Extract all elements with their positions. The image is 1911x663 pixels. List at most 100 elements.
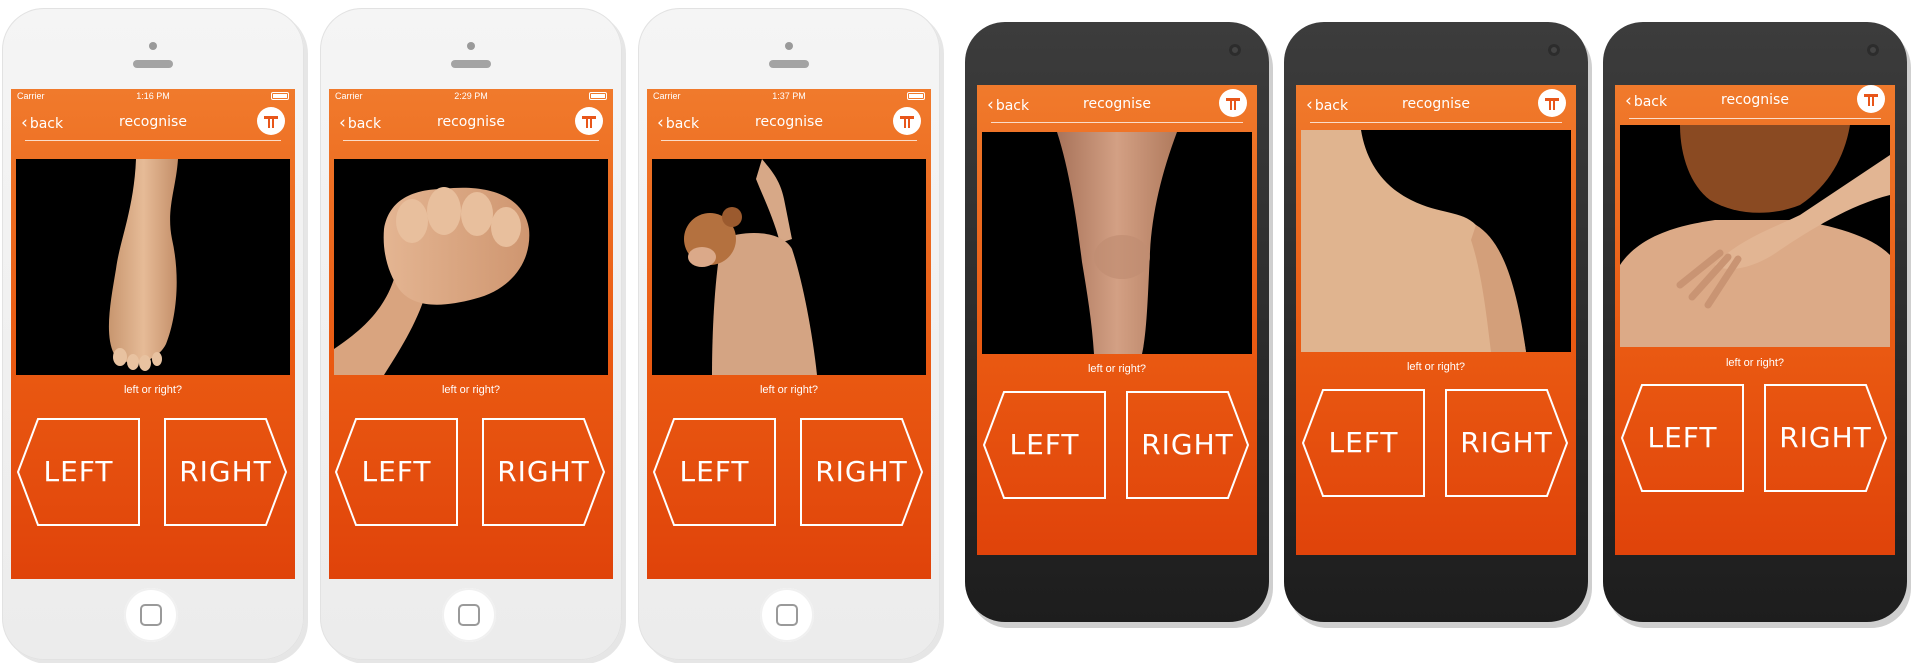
question-prompt: left or right? xyxy=(441,384,501,396)
left-label: LEFT xyxy=(1009,428,1080,461)
divider xyxy=(343,140,599,141)
camera-icon xyxy=(149,42,157,50)
left-button[interactable]: LEFT xyxy=(16,417,141,527)
left-button[interactable]: LEFT xyxy=(652,417,777,527)
right-button[interactable]: RIGHT xyxy=(163,417,288,527)
app-logo-icon[interactable] xyxy=(1857,85,1885,113)
divider xyxy=(991,122,1243,123)
left-label: LEFT xyxy=(43,455,114,488)
camera-icon xyxy=(785,42,793,50)
divider xyxy=(25,140,281,141)
home-square-icon xyxy=(458,604,480,626)
left-button[interactable]: LEFT xyxy=(982,390,1107,500)
battery-icon xyxy=(907,92,925,100)
raised-arm-back-image xyxy=(684,159,817,375)
app-screen-1: Carrier 1:16 PM ‹ back recognise left or … xyxy=(11,89,295,579)
status-time: 1:37 PM xyxy=(772,91,806,101)
status-bar: Carrier 2:29 PM xyxy=(329,89,613,103)
question-prompt: left or right? xyxy=(759,384,819,396)
shoulder-image xyxy=(1301,130,1526,352)
android-device-3: ‹ back recognise left or right? LEFT RIGH… xyxy=(1603,22,1907,622)
nav-bar: ‹ back recognise xyxy=(647,103,931,143)
question-prompt: left or right? xyxy=(1406,361,1466,373)
page-title: recognise xyxy=(1083,96,1151,112)
app-logo-icon[interactable] xyxy=(257,107,285,135)
app-logo-icon[interactable] xyxy=(1538,89,1566,117)
divider xyxy=(1310,122,1562,123)
page-title: recognise xyxy=(1721,92,1789,108)
page-title: recognise xyxy=(437,114,505,130)
right-label: RIGHT xyxy=(497,455,590,488)
status-time: 1:16 PM xyxy=(136,91,170,101)
iphone-device-1: Carrier 1:16 PM ‹ back recognise left or … xyxy=(2,8,304,660)
battery-icon xyxy=(589,92,607,100)
app-screen-3: Carrier 1:37 PM ‹ back recognise left or … xyxy=(647,89,931,579)
clenched-fist-image xyxy=(334,187,530,375)
question-prompt: left or right? xyxy=(123,384,183,396)
camera-icon xyxy=(1548,44,1560,56)
camera-icon xyxy=(1867,44,1879,56)
nav-bar: ‹ back recognise xyxy=(977,85,1257,125)
status-time: 2:29 PM xyxy=(454,91,488,101)
right-button[interactable]: RIGHT xyxy=(1125,390,1250,500)
android-device-2: ‹ back recognise left or right? LEFT RIGH… xyxy=(1284,22,1588,622)
body-part-photo xyxy=(982,132,1252,354)
app-screen-2: Carrier 2:29 PM ‹ back recognise left or … xyxy=(329,89,613,579)
nav-bar: ‹ back recognise xyxy=(1296,85,1576,125)
battery-icon xyxy=(271,92,289,100)
divider xyxy=(661,140,917,141)
iphone-device-2: Carrier 2:29 PM ‹ back recognise left or … xyxy=(320,8,622,660)
divider xyxy=(1629,118,1881,119)
android-device-1: ‹ back recognise left or right? LEFT RIGH… xyxy=(965,22,1269,622)
foot-sole-image xyxy=(108,159,178,371)
body-part-photo xyxy=(1620,125,1890,347)
question-prompt: left or right? xyxy=(1725,357,1785,369)
nav-bar: ‹ back recognise xyxy=(11,103,295,143)
home-square-icon xyxy=(776,604,798,626)
body-part-photo xyxy=(652,159,926,375)
speaker-grille xyxy=(769,60,809,68)
home-button[interactable] xyxy=(442,588,496,642)
right-label: RIGHT xyxy=(1141,428,1234,461)
page-title: recognise xyxy=(1402,96,1470,112)
left-label: LEFT xyxy=(361,455,432,488)
right-button[interactable]: RIGHT xyxy=(1763,383,1888,493)
page-title: recognise xyxy=(119,114,187,130)
body-part-photo xyxy=(16,159,290,375)
home-square-icon xyxy=(140,604,162,626)
right-label: RIGHT xyxy=(815,455,908,488)
body-part-photo xyxy=(334,159,608,375)
iphone-device-3: Carrier 1:37 PM ‹ back recognise left or … xyxy=(638,8,940,660)
app-logo-icon[interactable] xyxy=(1219,89,1247,117)
app-screen-6: ‹ back recognise left or right? LEFT RIGH… xyxy=(1615,85,1895,555)
app-logo-icon[interactable] xyxy=(893,107,921,135)
nav-bar: ‹ back recognise xyxy=(1615,85,1895,121)
app-screen-4: ‹ back recognise left or right? LEFT RIGH… xyxy=(977,85,1257,555)
speaker-grille xyxy=(133,60,173,68)
knee-image xyxy=(1057,132,1177,354)
camera-icon xyxy=(1229,44,1241,56)
right-button[interactable]: RIGHT xyxy=(1444,388,1569,498)
camera-icon xyxy=(467,42,475,50)
question-prompt: left or right? xyxy=(1087,363,1147,375)
left-label: LEFT xyxy=(1647,421,1718,454)
status-bar: Carrier 1:16 PM xyxy=(11,89,295,103)
left-button[interactable]: LEFT xyxy=(334,417,459,527)
left-label: LEFT xyxy=(679,455,750,488)
nav-bar: ‹ back recognise xyxy=(329,103,613,143)
app-logo-icon[interactable] xyxy=(575,107,603,135)
home-button[interactable] xyxy=(760,588,814,642)
app-screen-5: ‹ back recognise left or right? LEFT RIGH… xyxy=(1296,85,1576,555)
left-button[interactable]: LEFT xyxy=(1620,383,1745,493)
home-button[interactable] xyxy=(124,588,178,642)
speaker-grille xyxy=(451,60,491,68)
right-label: RIGHT xyxy=(179,455,272,488)
body-part-photo xyxy=(1301,130,1571,352)
right-label: RIGHT xyxy=(1779,421,1872,454)
page-title: recognise xyxy=(755,114,823,130)
left-button[interactable]: LEFT xyxy=(1301,388,1426,498)
left-label: LEFT xyxy=(1328,426,1399,459)
right-button[interactable]: RIGHT xyxy=(799,417,924,527)
right-button[interactable]: RIGHT xyxy=(481,417,606,527)
status-bar: Carrier 1:37 PM xyxy=(647,89,931,103)
